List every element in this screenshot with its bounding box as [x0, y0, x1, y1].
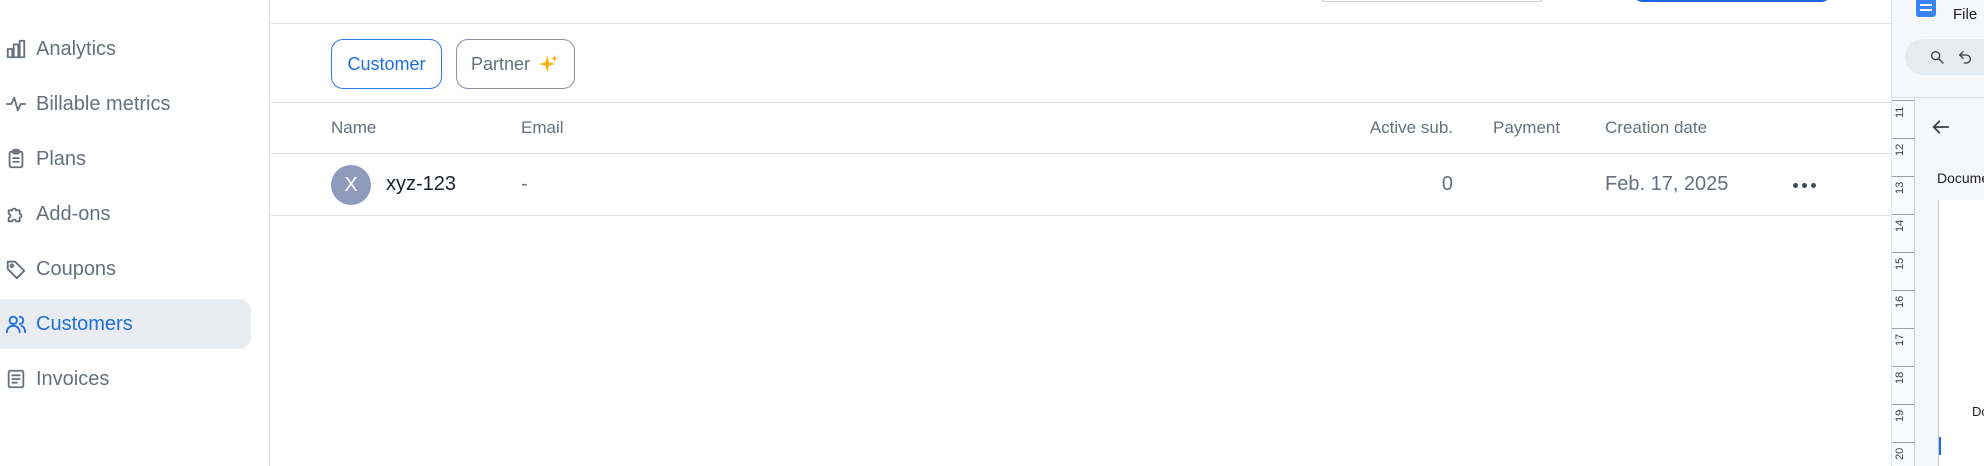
docs-side-panel: File 11 12 13 14 15 16 17 18 19 20 Docume Do [1891, 0, 1984, 466]
sidebar-item-plans[interactable]: Plans [0, 134, 251, 184]
customer-email: - [521, 173, 528, 195]
filter-chip-partner[interactable]: Partner [456, 39, 575, 89]
ruler-number: 11 [1894, 106, 1906, 118]
sidebar-item-add-ons[interactable]: Add-ons [0, 189, 251, 239]
undo-icon[interactable] [1955, 47, 1975, 67]
column-header-email[interactable]: Email [521, 103, 564, 153]
more-options-button[interactable] [1787, 168, 1821, 202]
docs-logo-icon [1916, 0, 1936, 17]
dot [1801, 182, 1807, 188]
ruler-number: 12 [1894, 143, 1906, 156]
customer-type-filter: Customer Partner [271, 24, 1891, 103]
filter-chip-label: Partner [470, 53, 531, 74]
sidebar-item-customers[interactable]: Customers [0, 299, 251, 349]
column-header-creation-date[interactable]: Creation date [1605, 103, 1707, 153]
pulse-icon [4, 92, 28, 116]
page-header [271, 0, 1891, 24]
ruler-number: 14 [1894, 219, 1906, 232]
users-icon [4, 312, 28, 336]
menu-file[interactable]: File [1953, 6, 1977, 23]
ruler-number: 13 [1894, 181, 1906, 194]
ruler-number: 15 [1894, 257, 1906, 270]
search-input[interactable] [1316, 0, 1548, 2]
sidebar-item-billable-metrics[interactable]: Billable metrics [0, 79, 251, 129]
table-row[interactable]: X xyz-123 - 0 Feb. 17, 2025 [271, 154, 1891, 216]
sidebar-item-label: Analytics [36, 37, 117, 60]
sidebar-item-label: Add-ons [36, 202, 111, 225]
sidebar-item-invoices[interactable]: Invoices [0, 354, 251, 404]
column-header-name[interactable]: Name [331, 103, 376, 153]
filter-chip-customer[interactable]: Customer [331, 39, 442, 89]
avatar: X [331, 165, 371, 205]
column-header-payment[interactable]: Payment [1493, 103, 1560, 153]
sidebar-item-label: Customers [36, 312, 133, 335]
ruler-number: 18 [1894, 371, 1906, 384]
customer-active-subscriptions: 0 [1441, 173, 1453, 195]
search-icon[interactable] [1927, 47, 1947, 67]
dot [1792, 182, 1798, 188]
dot [1810, 182, 1816, 188]
column-header-active-sub[interactable]: Active sub. [1370, 103, 1453, 153]
sidebar: Analytics Billable metrics Plans Add-ons… [0, 0, 270, 466]
table-header: Name Email Active sub. Payment Creation … [271, 103, 1891, 154]
sidebar-item-label: Coupons [36, 257, 117, 280]
customers-page: Customer Partner Name Email Active sub. … [271, 0, 1891, 466]
ruler-number: 17 [1894, 333, 1906, 346]
clipboard-icon [4, 147, 28, 171]
sparkle-icon [538, 54, 559, 73]
document-page[interactable] [1938, 200, 1984, 466]
sidebar-item-label: Billable metrics [36, 92, 171, 115]
vertical-ruler: 11 12 13 14 15 16 17 18 19 20 [1892, 98, 1915, 466]
document-tab-label[interactable]: Docume [1937, 170, 1984, 186]
sidebar-item-coupons[interactable]: Coupons [0, 244, 251, 294]
ruler-number: 16 [1894, 295, 1906, 308]
bar-chart-icon [4, 37, 28, 61]
text-cursor [1939, 437, 1941, 455]
puzzle-icon [4, 202, 28, 226]
back-arrow-icon[interactable] [1930, 116, 1954, 140]
customer-name: xyz-123 [386, 173, 457, 195]
customer-creation-date: Feb. 17, 2025 [1605, 173, 1729, 195]
document-icon [4, 367, 28, 391]
tag-icon [4, 257, 28, 281]
ruler-number: 20 [1894, 447, 1906, 460]
sidebar-item-label: Plans [36, 147, 87, 170]
primary-action-button[interactable] [1632, 0, 1832, 2]
sidebar-item-analytics[interactable]: Analytics [0, 24, 251, 74]
ruler-number: 19 [1894, 409, 1906, 422]
document-text: Do [1972, 404, 1984, 419]
sidebar-item-label: Invoices [36, 367, 110, 390]
